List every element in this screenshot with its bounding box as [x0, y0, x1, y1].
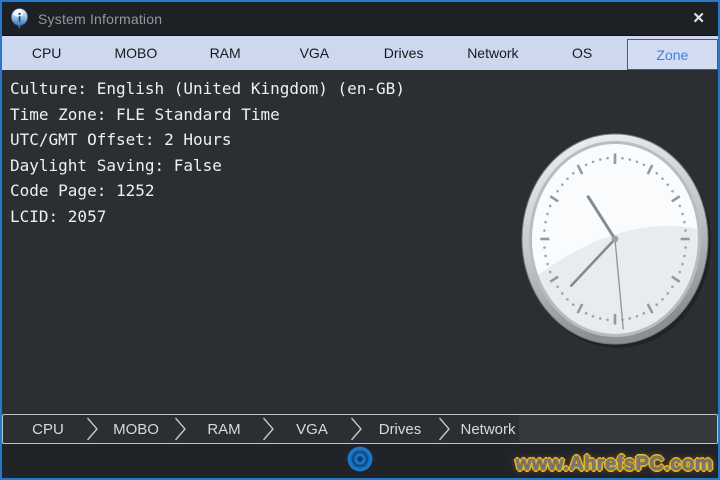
chevron-separator-icon [343, 415, 369, 443]
analog-clock [515, 127, 717, 353]
tab-os[interactable]: OS [538, 36, 627, 70]
zone-content-panel: Culture: English (United Kingdom) (en-GB… [2, 70, 718, 414]
tab-bar: CPU MOBO RAM VGA Drives Network OS Zone [2, 36, 718, 70]
breadcrumb: CPU MOBO RAM VGA Drives Network [2, 414, 718, 444]
target-icon[interactable] [346, 445, 374, 473]
breadcrumb-item-vga[interactable]: VGA [281, 415, 343, 443]
breadcrumb-item-drives[interactable]: Drives [369, 415, 431, 443]
tab-cpu[interactable]: CPU [2, 36, 91, 70]
tab-vga[interactable]: VGA [270, 36, 359, 70]
close-icon[interactable]: ✕ [679, 2, 718, 35]
status-bar: www.AhrefsPC.com [2, 444, 718, 478]
system-information-window: System Information ✕ CPU MOBO RAM VGA Drives… [0, 0, 720, 480]
tab-ram[interactable]: RAM [181, 36, 270, 70]
titlebar: System Information ✕ [2, 2, 718, 36]
chevron-separator-icon [167, 415, 193, 443]
breadcrumb-item-ram[interactable]: RAM [193, 415, 255, 443]
watermark-text: www.AhrefsPC.com [515, 453, 713, 475]
breadcrumb-item-cpu[interactable]: CPU [17, 415, 79, 443]
tab-zone[interactable]: Zone [626, 39, 718, 70]
tab-network[interactable]: Network [448, 36, 537, 70]
info-line-culture: Culture: English (United Kingdom) (en-GB… [10, 79, 405, 98]
chevron-separator-icon [255, 415, 281, 443]
tab-mobo[interactable]: MOBO [91, 36, 180, 70]
tab-drives[interactable]: Drives [359, 36, 448, 70]
info-balloon-icon [11, 7, 28, 29]
chevron-separator-icon [79, 415, 105, 443]
chevron-separator-icon [431, 415, 457, 443]
breadcrumb-item-network[interactable]: Network [457, 415, 519, 443]
info-line-time-zone: Time Zone: FLE Standard Time [10, 104, 280, 124]
breadcrumb-empty-segment [519, 415, 717, 443]
window-title: System Information [38, 10, 163, 27]
breadcrumb-item-mobo[interactable]: MOBO [105, 415, 167, 443]
